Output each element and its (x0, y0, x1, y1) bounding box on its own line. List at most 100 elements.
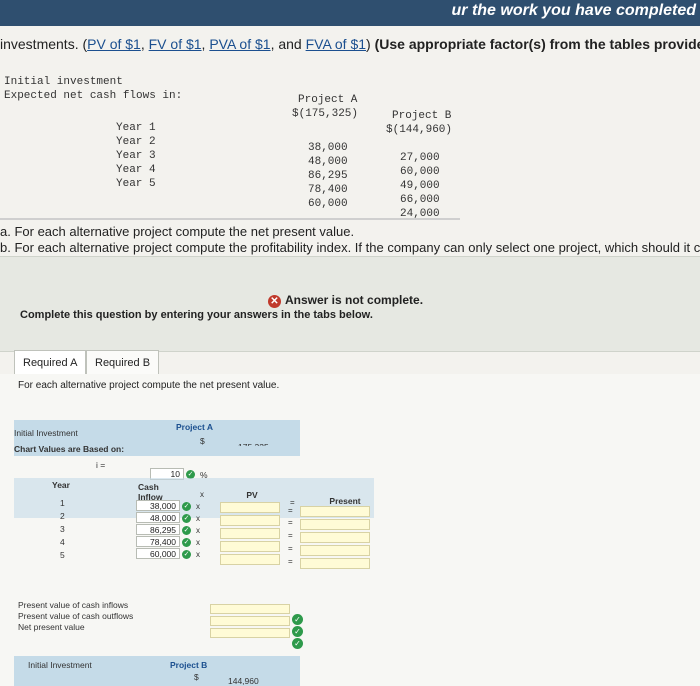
tab-required-b[interactable]: Required B (86, 350, 160, 376)
year-cell: 5 (60, 550, 65, 560)
initial-investment-row-label: Initial Investment (14, 428, 78, 438)
initial-investment-value-b: 144,960 (228, 676, 259, 686)
multiply-sign: x (196, 538, 200, 547)
year-column-header: Year (52, 480, 70, 490)
pv-factor-input[interactable] (220, 528, 280, 539)
check-icon: ✓ (292, 626, 303, 637)
npv-input[interactable] (210, 628, 290, 638)
header-close: ) (366, 36, 371, 52)
project-b-flow: 60,000 (400, 166, 440, 178)
cash-inflow-input[interactable]: 78,400 (136, 536, 180, 547)
check-icon: ✓ (182, 526, 191, 535)
answer-status-text: Answer is not complete. (285, 293, 424, 307)
header-sep: , and (270, 36, 306, 52)
present-value-input[interactable] (300, 532, 370, 543)
error-icon: ✕ (268, 295, 281, 308)
year-cell: 4 (60, 537, 65, 547)
top-bar-text: ur the work you have completed (451, 2, 697, 19)
pv-factor-input[interactable] (220, 502, 280, 513)
pva-link[interactable]: PVA of $1 (209, 36, 270, 52)
status-banner: ✕ Answer is not complete. Complete this q… (0, 256, 700, 352)
check-icon: ✓ (292, 614, 303, 625)
i-label: i = (96, 460, 106, 470)
project-a-flow: 60,000 (308, 198, 348, 210)
header-instruction: (Use appropriate factor(s) from the tabl… (374, 36, 700, 52)
present-value-input[interactable] (300, 545, 370, 556)
tab-required-a[interactable]: Required A (14, 350, 87, 376)
year-cell: 1 (60, 498, 65, 508)
equals-sign: = (288, 506, 293, 515)
cash-inflow-column-header: Cash Inflow (138, 482, 163, 502)
answer-panel: For each alternative project compute the… (0, 374, 700, 686)
equals-sign: = (288, 531, 293, 540)
initial-investment-label: Initial investment (4, 76, 123, 88)
npv-label: Net present value (18, 622, 85, 632)
top-bar: ur the work you have completed (0, 0, 700, 26)
multiply-sign: x (196, 502, 200, 511)
project-b-initial: $(144,960) (386, 124, 453, 136)
present-value-input[interactable] (300, 506, 370, 517)
pv-inflows-input[interactable] (210, 604, 290, 614)
equals-sign: = (288, 557, 293, 566)
pv-factor-input[interactable] (220, 515, 280, 526)
dollar-sign: $ (200, 436, 205, 446)
year-label: Year 3 (116, 150, 156, 162)
check-icon: ✓ (182, 550, 191, 559)
problem-header: investments. (PV of $1, FV of $1, PVA of… (0, 36, 700, 52)
fva-link[interactable]: FVA of $1 (306, 36, 366, 52)
pv-factor-input[interactable] (220, 541, 280, 552)
year-cell: 3 (60, 524, 65, 534)
year-label: Year 4 (116, 164, 156, 176)
question-b: b. For each alternative project compute … (0, 240, 700, 255)
question-a: a. For each alternative project compute … (0, 224, 355, 239)
year-label: Year 5 (116, 178, 156, 190)
year-label: Year 2 (116, 136, 156, 148)
cash-inflow-input[interactable]: 38,000 (136, 500, 180, 511)
pv-outflows-input[interactable] (210, 616, 290, 626)
project-a-flow: 86,295 (308, 170, 348, 182)
complete-instruction: Complete this question by entering your … (20, 309, 373, 321)
header-sep: , (140, 36, 149, 52)
project-a-initial: $(175,325) (292, 108, 359, 120)
cash-inflow-input[interactable]: 86,295 (136, 524, 180, 535)
expected-cash-label: Expected net cash flows in: (4, 90, 183, 102)
multiply-sign: x (196, 514, 200, 523)
check-icon: ✓ (182, 502, 191, 511)
pv-inflows-label: Present value of cash inflows (18, 600, 129, 610)
initial-investment-row-label-b: Initial Investment (28, 660, 92, 670)
project-b-heading: Project B (392, 110, 452, 122)
present-value-input[interactable] (300, 519, 370, 530)
project-a-flow: 38,000 (308, 142, 348, 154)
project-b-flow: 27,000 (400, 152, 440, 164)
project-a-flow: 78,400 (308, 184, 348, 196)
cash-inflow-input[interactable]: 60,000 (136, 548, 180, 559)
fv-link[interactable]: FV of $1 (149, 36, 202, 52)
pv-outflows-label: Present value of cash outflows (18, 611, 134, 621)
chart-values-label: Chart Values are Based on: (14, 444, 125, 454)
check-icon: ✓ (182, 538, 191, 547)
check-icon: ✓ (182, 514, 191, 523)
project-a-heading: Project A (298, 94, 358, 106)
pv-factor-input[interactable] (220, 554, 280, 565)
multiply-sign: x (196, 526, 200, 535)
year-label: Year 1 (116, 122, 156, 134)
present-value-input[interactable] (300, 558, 370, 569)
check-icon: ✓ (292, 638, 303, 649)
answer-status: ✕ Answer is not complete. (268, 293, 423, 308)
equals-sign: = (288, 518, 293, 527)
project-b-flow: 66,000 (400, 194, 440, 206)
project-a-flow: 48,000 (308, 156, 348, 168)
cash-inflow-input[interactable]: 48,000 (136, 512, 180, 523)
project-a-column: Project A (176, 422, 214, 432)
dollar-sign: $ (194, 672, 199, 682)
panel-instruction: For each alternative project compute the… (18, 380, 280, 391)
multiply-sign: x (200, 490, 204, 499)
year-cell: 2 (60, 511, 65, 521)
header-prefix: investments. ( (0, 36, 88, 52)
pv-link[interactable]: PV of $1 (87, 36, 141, 52)
project-b-flow: 49,000 (400, 180, 440, 192)
multiply-sign: x (196, 550, 200, 559)
project-b-column: Project B (170, 660, 208, 670)
divider (0, 218, 460, 220)
equals-sign: = (288, 544, 293, 553)
